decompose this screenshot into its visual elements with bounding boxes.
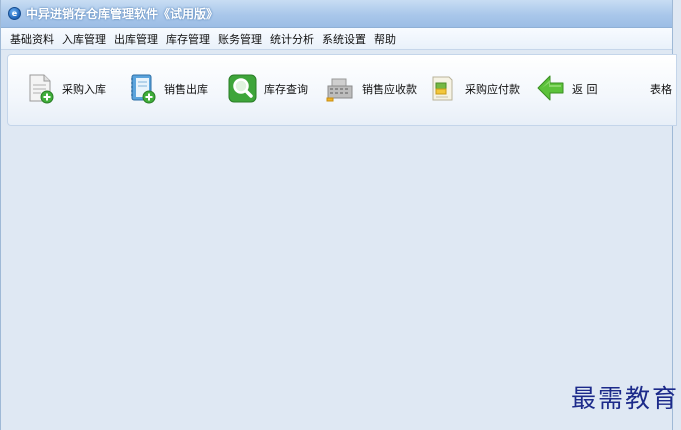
- menu-bar: 基础资料 入库管理 出库管理 库存管理 账务管理 统计分析 系统设置 帮助: [1, 28, 672, 50]
- table-button[interactable]: 表格: [650, 71, 672, 107]
- title-bar[interactable]: e 中异进销存仓库管理软件《试用版》: [1, 0, 672, 28]
- toolbar-label: 返 回: [572, 83, 598, 96]
- app-logo-icon: e: [8, 7, 21, 20]
- menu-accounts[interactable]: 账务管理: [215, 31, 265, 47]
- sales-outbound-button[interactable]: 销售出库: [128, 71, 208, 107]
- menu-outbound[interactable]: 出库管理: [111, 31, 161, 47]
- cash-register-icon: [326, 73, 356, 105]
- purchase-payable-button[interactable]: 采购应付款: [429, 71, 520, 107]
- toolbar-label: 库存查询: [264, 83, 308, 96]
- toolbar-label: 表格: [650, 83, 672, 96]
- ledger-icon: [429, 73, 459, 105]
- menu-basic-data[interactable]: 基础资料: [7, 31, 57, 47]
- menu-inbound[interactable]: 入库管理: [59, 31, 109, 47]
- toolbar-label: 销售出库: [164, 83, 208, 96]
- menu-help[interactable]: 帮助: [371, 31, 399, 47]
- back-arrow-icon: [536, 73, 566, 105]
- menu-settings[interactable]: 系统设置: [319, 31, 369, 47]
- magnifier-icon: [228, 73, 258, 105]
- document-add-icon: [26, 73, 56, 105]
- window-title: 中异进销存仓库管理软件《试用版》: [26, 7, 219, 21]
- back-button[interactable]: 返 回: [536, 71, 598, 107]
- notebook-add-icon: [128, 73, 158, 105]
- sales-receivable-button[interactable]: 销售应收款: [326, 71, 417, 107]
- purchase-inbound-button[interactable]: 采购入库: [26, 71, 106, 107]
- menu-statistics[interactable]: 统计分析: [267, 31, 317, 47]
- inventory-query-button[interactable]: 库存查询: [228, 71, 308, 107]
- toolbar-label: 采购应付款: [465, 83, 520, 96]
- toolbar-label: 销售应收款: [362, 83, 417, 96]
- watermark: 最需教育: [570, 384, 679, 413]
- toolbar-label: 采购入库: [62, 83, 106, 96]
- menu-inventory[interactable]: 库存管理: [163, 31, 213, 47]
- toolbar: 采购入库 销售出库 库存查询 销售应收款 采购应付款 返 回 表格: [7, 54, 677, 126]
